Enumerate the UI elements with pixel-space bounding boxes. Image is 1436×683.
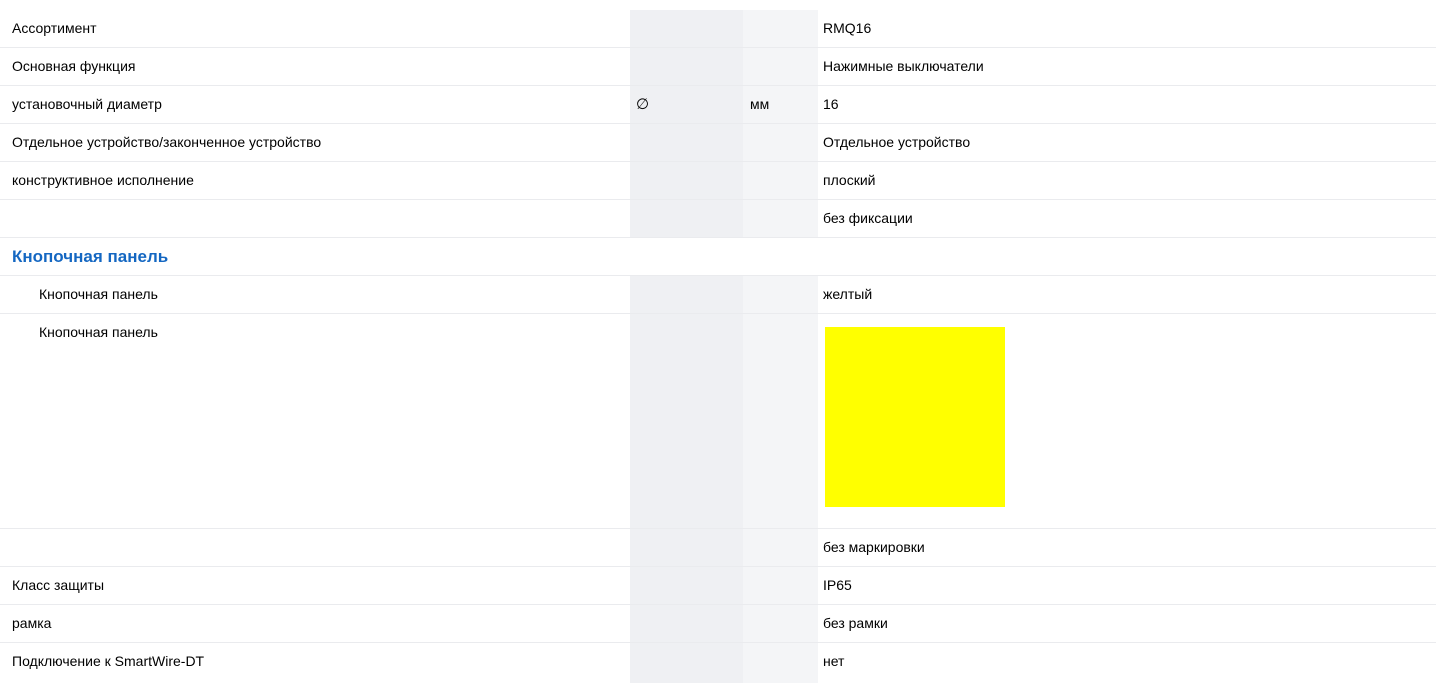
row-label: конструктивное исполнение [12,172,194,188]
row-label: Основная функция [12,58,136,74]
row-label: Кнопочная панель [39,324,158,340]
row-label: Кнопочная панель [39,286,158,302]
table-row: Ассортимент RMQ16 [0,10,1436,48]
section-header-row: Кнопочная панель [0,238,1436,276]
table-row: Основная функция Нажимные выключатели [0,48,1436,86]
table-row: Класс защиты IP65 [0,567,1436,605]
table-row: без маркировки [0,529,1436,567]
row-label: Подключение к SmartWire-DT [12,653,205,669]
row-value: 16 [823,96,839,112]
spec-table: Ассортимент RMQ16 Основная функция Нажим… [0,10,1436,681]
row-value: без рамки [823,615,888,631]
row-label: Отдельное устройство/законченное устройс… [12,134,322,150]
table-row: конструктивное исполнение плоский [0,162,1436,200]
row-value: RMQ16 [823,20,872,36]
spec-page: Ассортимент RMQ16 Основная функция Нажим… [0,0,1436,683]
row-value: Нажимные выключатели [823,58,984,74]
row-value: нет [823,653,845,669]
row-value: без фиксации [823,210,913,226]
diameter-symbol: ∅ [636,96,650,113]
row-value: плоский [823,172,876,188]
color-swatch [825,327,1005,507]
section-title: Кнопочная панель [12,247,169,266]
table-row: Кнопочная панель [0,314,1436,529]
row-value: IP65 [823,577,852,593]
row-value: без маркировки [823,539,925,555]
row-value: Отдельное устройство [823,134,971,150]
row-unit: мм [750,96,770,112]
table-row: Кнопочная панель желтый [0,276,1436,314]
row-label: рамка [12,615,52,631]
row-value: желтый [823,286,873,302]
row-label: Класс защиты [12,577,105,593]
table-row: Отдельное устройство/законченное устройс… [0,124,1436,162]
table-row: без фиксации [0,200,1436,238]
table-row: Подключение к SmartWire-DT нет [0,643,1436,681]
table-row: рамка без рамки [0,605,1436,643]
table-row: установочный диаметр ∅ мм 16 [0,86,1436,124]
row-label: установочный диаметр [12,96,162,112]
row-label: Ассортимент [12,20,97,36]
